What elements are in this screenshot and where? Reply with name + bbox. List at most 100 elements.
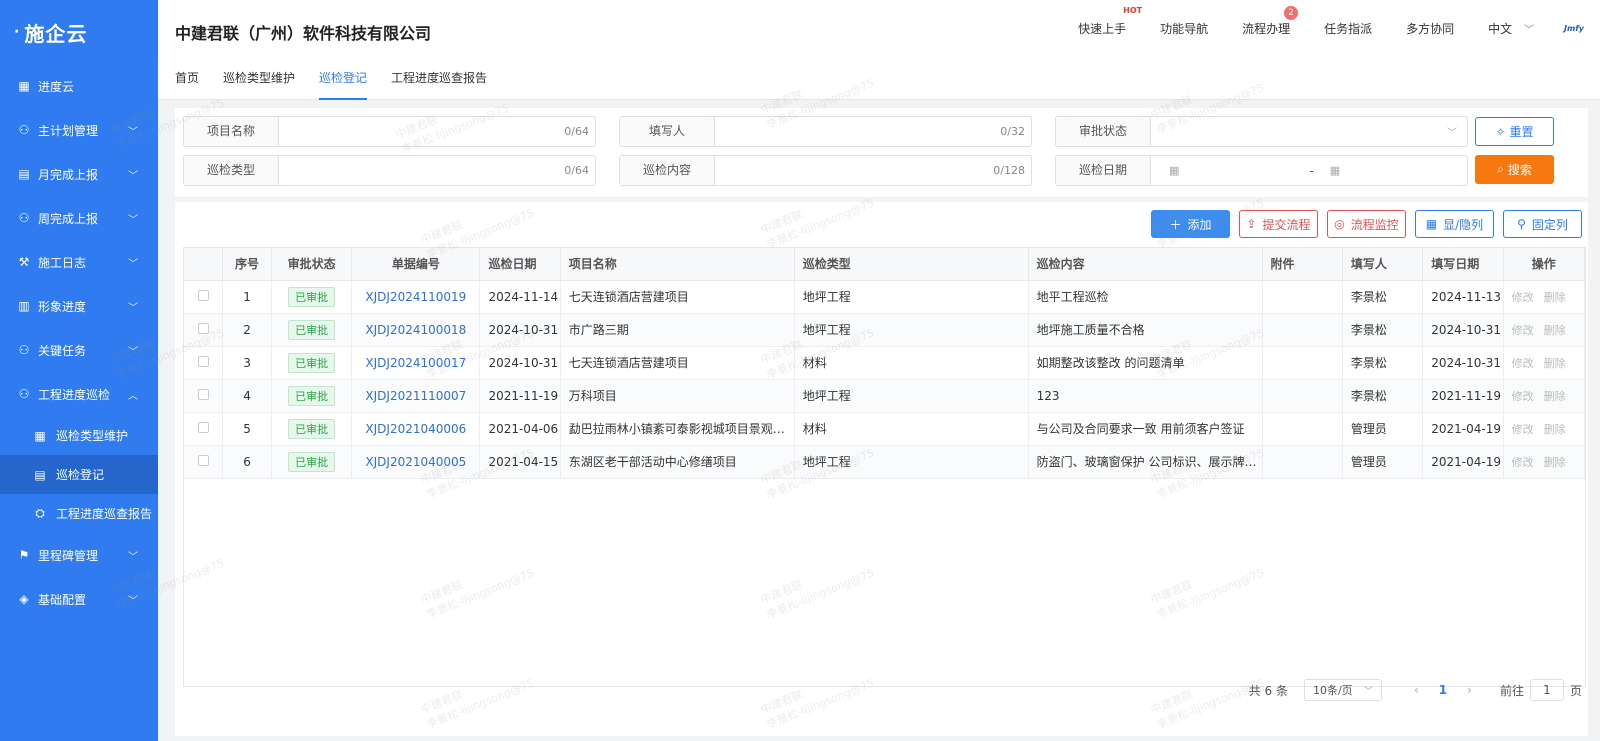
language-select[interactable]: 中文 ﹀ — [1488, 20, 1534, 37]
row-checkbox[interactable] — [184, 379, 224, 413]
table-row[interactable]: 4 已审批 XJDJ2021110007 2021-11-19 万科项目 地坪工程 123 李… — [184, 379, 1586, 413]
inspect-content-input[interactable] — [715, 156, 993, 185]
delete-button[interactable]: 删除 — [1544, 390, 1566, 403]
sidebar-subitem-inspection-type[interactable]: ▦ 巡检类型维护 — [0, 416, 158, 455]
code-link[interactable]: XJDJ2021040005 — [365, 455, 466, 469]
sidebar-subitem-inspection-register[interactable]: ▤ 巡检登记 — [0, 455, 158, 494]
edit-button[interactable]: 修改 — [1512, 390, 1534, 403]
sidebar-item-progress-inspection[interactable]: ⚇ 工程进度巡检 ︿ — [0, 372, 158, 416]
edit-button[interactable]: 修改 — [1512, 357, 1534, 370]
row-checkbox[interactable] — [184, 412, 224, 446]
row-checkbox[interactable] — [184, 346, 224, 380]
checkbox-icon[interactable] — [197, 388, 209, 400]
row-checkbox[interactable] — [184, 313, 224, 347]
logo-text: 施企云 — [24, 21, 88, 46]
project-name-input[interactable] — [279, 117, 564, 146]
calendar-icon[interactable]: ▦ — [1330, 164, 1340, 177]
delete-button[interactable]: 删除 — [1544, 357, 1566, 370]
tab-inspection-type[interactable]: 巡检类型维护 — [223, 56, 295, 100]
show-hide-columns-button[interactable]: ▦ 显/隐列 — [1415, 210, 1494, 238]
table-row[interactable]: 1 已审批 XJDJ2024110019 2024-11-14 七天连锁酒店营建项目 地坪… — [184, 280, 1586, 314]
table-row[interactable]: 2 已审批 XJDJ2024100018 2024-10-31 市广路三期 地坪工程 地坪施… — [184, 313, 1586, 347]
row-checkbox[interactable] — [184, 280, 224, 314]
tab-inspection-register[interactable]: 巡检登记 — [319, 56, 368, 100]
sidebar-item-construction-log[interactable]: ⚒ 施工日志 ﹀ — [0, 240, 158, 284]
chevron-down-icon: ﹀ — [128, 595, 138, 607]
cell-no: 3 — [222, 346, 272, 380]
sidebar-item-base-config[interactable]: ◈ 基础配置 ﹀ — [0, 577, 158, 621]
status-badge: 已审批 — [288, 385, 336, 406]
approval-status-select[interactable] — [1151, 117, 1447, 146]
checkbox-icon[interactable] — [197, 289, 209, 301]
logo-dot-icon: · — [14, 24, 21, 40]
sidebar-item-key-tasks[interactable]: ⚇ 关键任务 ﹀ — [0, 328, 158, 372]
checkbox-icon[interactable] — [197, 421, 209, 433]
goto-page-input[interactable]: 1 — [1529, 679, 1564, 701]
search-button[interactable]: ⌕ 搜索 — [1475, 155, 1554, 184]
checkbox-icon[interactable] — [197, 454, 209, 466]
cell-status: 已审批 — [271, 346, 353, 380]
sidebar-item-weekly-report[interactable]: ⚇ 周完成上报 ﹀ — [0, 196, 158, 240]
code-link[interactable]: XJDJ2021040006 — [365, 422, 466, 436]
org-icon: ⚇ — [18, 387, 30, 401]
flow-monitor-button[interactable]: ◎ 流程监控 — [1327, 210, 1406, 238]
row-checkbox[interactable] — [184, 445, 224, 479]
checkbox-icon[interactable] — [197, 355, 209, 367]
delete-button[interactable]: 删除 — [1544, 456, 1566, 469]
sidebar-item-monthly-report[interactable]: ▤ 月完成上报 ﹀ — [0, 152, 158, 196]
sidebar-subitem-inspection-report[interactable]: ⛭ 工程进度巡查报告 — [0, 494, 158, 533]
cell-project: 东湖区老干部活动中心修缮项目 — [560, 445, 795, 479]
select-all-header[interactable] — [184, 248, 224, 281]
code-link[interactable]: XJDJ2024110019 — [365, 290, 466, 304]
milestone-icon: ⚑ — [18, 548, 30, 562]
table-row[interactable]: 5 已审批 XJDJ2021040006 2021-04-06 勐巴拉雨林小镇紊可泰影视… — [184, 412, 1586, 446]
table-panel: ＋ 添加 ⇪ 提交流程 ◎ 流程监控 ▦ 显/隐列 ⚲ 固定列 序号 审批状态 … — [175, 202, 1588, 736]
current-page[interactable]: 1 — [1439, 683, 1447, 697]
delete-button[interactable]: 删除 — [1544, 324, 1566, 337]
tab-home[interactable]: 首页 — [175, 56, 199, 100]
app-logo[interactable]: · 施企云 — [0, 0, 158, 64]
grid-icon: ▦ — [18, 79, 30, 93]
tab-inspection-report[interactable]: 工程进度巡查报告 — [391, 56, 487, 100]
status-badge: 已审批 — [288, 352, 336, 373]
page-size-select[interactable]: 10条/页 ﹀ — [1303, 679, 1382, 701]
cell-date: 2024-10-31 — [479, 313, 561, 347]
table-header-row: 序号 审批状态 单据编号 巡检日期 项目名称 巡检类型 巡检内容 附件 填写人 … — [184, 248, 1586, 281]
header-function-nav[interactable]: 功能导航 — [1160, 20, 1208, 37]
edit-button[interactable]: 修改 — [1512, 423, 1534, 436]
clipboard-icon: ▤ — [18, 167, 30, 181]
header-collaboration[interactable]: 多方协同 — [1406, 20, 1454, 37]
next-page-icon[interactable]: › — [1467, 683, 1472, 697]
code-link[interactable]: XJDJ2024100017 — [365, 356, 466, 370]
table-row[interactable]: 3 已审批 XJDJ2024100017 2024-10-31 七天连锁酒店营建项目 材料… — [184, 346, 1586, 380]
prev-page-icon[interactable]: ‹ — [1414, 683, 1419, 697]
delete-button[interactable]: 删除 — [1544, 291, 1566, 304]
submit-flow-button[interactable]: ⇪ 提交流程 — [1239, 210, 1318, 238]
fix-columns-button[interactable]: ⚲ 固定列 — [1503, 210, 1582, 238]
target-icon: ◎ — [1334, 217, 1345, 231]
code-link[interactable]: XJDJ2021110007 — [365, 389, 466, 403]
reset-button[interactable]: ✧ 重置 — [1475, 117, 1554, 146]
delete-button[interactable]: 删除 — [1544, 423, 1566, 436]
sidebar-item-progress-cloud[interactable]: ▦ 进度云 — [0, 64, 158, 108]
cell-no: 4 — [222, 379, 272, 413]
edit-button[interactable]: 修改 — [1512, 291, 1534, 304]
sidebar-item-master-plan[interactable]: ⚇ 主计划管理 ﹀ — [0, 108, 158, 152]
header-task-assign[interactable]: 任务指派 — [1324, 20, 1372, 37]
calendar-icon[interactable]: ▦ — [1169, 164, 1179, 177]
sidebar-item-image-progress[interactable]: ▥ 形象进度 ﹀ — [0, 284, 158, 328]
table-row[interactable]: 6 已审批 XJDJ2021040005 2021-04-15 东湖区老干部活动中心修缮… — [184, 445, 1586, 479]
edit-button[interactable]: 修改 — [1512, 324, 1534, 337]
filler-input[interactable] — [715, 117, 1000, 146]
cell-status: 已审批 — [271, 412, 353, 446]
inspect-type-input[interactable] — [279, 156, 564, 185]
edit-button[interactable]: 修改 — [1512, 456, 1534, 469]
checkbox-icon[interactable] — [197, 322, 209, 334]
report-icon: ⛭ — [35, 506, 45, 520]
add-button[interactable]: ＋ 添加 — [1151, 210, 1230, 238]
header-flow-handle[interactable]: 流程办理 2 — [1242, 5, 1299, 37]
col-header-fill-date: 填写日期 — [1422, 248, 1504, 281]
header-quick-start[interactable]: 快速上手 HOT — [1078, 6, 1142, 37]
sidebar-item-milestone[interactable]: ⚑ 里程碑管理 ﹀ — [0, 533, 158, 577]
code-link[interactable]: XJDJ2024100018 — [365, 323, 466, 337]
